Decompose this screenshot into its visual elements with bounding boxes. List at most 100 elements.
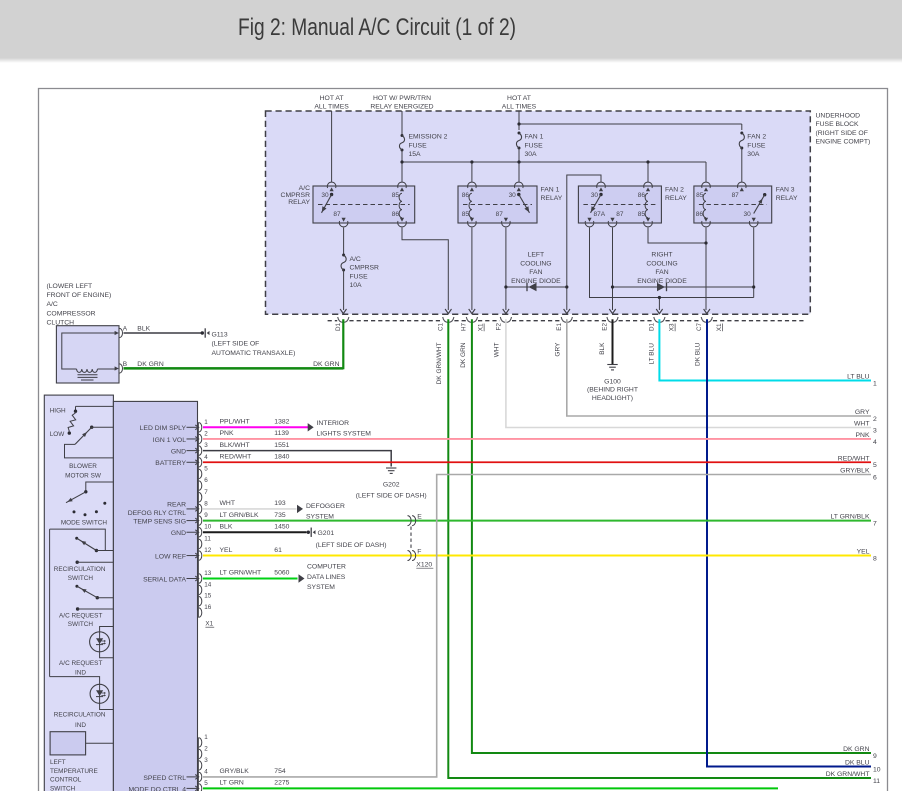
svg-text:85: 85 [392,192,400,199]
svg-text:7: 7 [204,489,208,496]
svg-text:GRY/BLK: GRY/BLK [220,768,250,775]
svg-text:WHT: WHT [854,421,869,428]
svg-text:X3: X3 [669,323,676,331]
svg-text:3: 3 [873,427,877,434]
svg-text:85: 85 [696,192,704,199]
svg-text:2: 2 [873,416,877,423]
svg-text:Fig 2: Manual A/C Circuit (1 o: Fig 2: Manual A/C Circuit (1 of 2) [238,14,516,41]
svg-text:FAN 2: FAN 2 [665,186,684,193]
svg-text:HOT AT: HOT AT [507,95,531,102]
svg-text:A: A [123,325,128,332]
svg-text:2275: 2275 [274,780,289,787]
svg-text:(LOWER LEFT: (LOWER LEFT [47,283,93,290]
svg-text:SYSTEM: SYSTEM [306,513,334,520]
svg-text:E1: E1 [556,323,563,331]
svg-text:GND: GND [171,449,186,456]
svg-text:FUSE: FUSE [525,142,544,149]
svg-text:FAN: FAN [529,269,542,276]
svg-text:EMISSION 2: EMISSION 2 [409,134,448,141]
svg-text:1382: 1382 [274,419,289,426]
svg-text:(LEFT SIDE OF DASH): (LEFT SIDE OF DASH) [316,542,387,549]
svg-text:3: 3 [204,442,208,449]
svg-text:1: 1 [873,380,877,387]
svg-text:TEMP SENS SIG: TEMP SENS SIG [133,518,186,525]
svg-text:12: 12 [204,547,212,554]
svg-text:3: 3 [204,757,208,764]
svg-text:LED DIM SPLY: LED DIM SPLY [140,425,187,432]
svg-text:H7: H7 [460,323,467,332]
svg-text:YEL: YEL [857,549,870,556]
svg-text:FUSE: FUSE [350,273,369,280]
svg-text:BATTERY: BATTERY [155,460,186,467]
svg-text:CONTROL: CONTROL [50,777,82,784]
svg-text:GRY: GRY [855,409,870,416]
svg-text:RECIRCULATION: RECIRCULATION [54,712,106,719]
svg-text:PNK: PNK [220,430,234,437]
svg-text:DK GRN: DK GRN [843,746,870,753]
svg-text:HIGH: HIGH [50,407,66,414]
svg-text:F2: F2 [496,323,503,331]
svg-text:E: E [417,513,422,520]
svg-text:87A: 87A [594,211,606,218]
svg-text:LIGHTS SYSTEM: LIGHTS SYSTEM [317,431,372,438]
svg-text:10: 10 [873,766,881,773]
svg-text:4: 4 [873,439,877,446]
svg-text:9: 9 [873,753,877,760]
svg-text:TEMPERATURE: TEMPERATURE [50,768,98,775]
svg-text:A/C: A/C [350,256,361,263]
svg-text:(BEHIND RIGHT: (BEHIND RIGHT [587,387,638,394]
svg-text:C1: C1 [437,323,444,332]
svg-text:30: 30 [591,192,599,199]
svg-text:YEL: YEL [220,547,233,554]
svg-text:LT GRN: LT GRN [220,780,244,787]
svg-text:X1: X1 [716,323,723,331]
svg-text:IGN 1 VOL: IGN 1 VOL [153,437,186,444]
svg-text:PPL/WHT: PPL/WHT [220,419,250,426]
svg-text:85: 85 [638,211,646,218]
svg-text:X1: X1 [478,323,485,331]
svg-text:UNDERHOOD: UNDERHOOD [816,113,861,120]
svg-text:GRY: GRY [555,342,562,357]
svg-text:LT BLU: LT BLU [847,374,870,381]
svg-text:LT BLU: LT BLU [648,343,655,365]
svg-text:BLK: BLK [137,325,150,332]
svg-text:5: 5 [204,465,208,472]
svg-text:87: 87 [732,192,740,199]
svg-text:1840: 1840 [274,453,289,460]
svg-text:2: 2 [204,745,208,752]
svg-text:MOTOR SW: MOTOR SW [65,472,102,479]
svg-text:COOLING: COOLING [520,260,551,267]
svg-text:RELAY: RELAY [665,195,687,202]
svg-text:G201: G201 [318,530,335,537]
svg-text:FUSE: FUSE [747,142,766,149]
svg-text:X1: X1 [205,621,213,628]
svg-text:B: B [123,361,127,368]
svg-text:LT GRN/BLK: LT GRN/BLK [830,514,869,521]
svg-text:85: 85 [462,211,470,218]
svg-text:1551: 1551 [274,442,289,449]
svg-text:13: 13 [204,570,212,577]
svg-text:1: 1 [204,419,208,426]
svg-text:2: 2 [204,430,208,437]
svg-text:SYSTEM: SYSTEM [307,584,335,591]
svg-text:DATA LINES: DATA LINES [307,574,346,581]
svg-text:DK GRN/WHT: DK GRN/WHT [436,342,443,384]
svg-text:8: 8 [873,555,877,562]
svg-text:A/C REQUEST: A/C REQUEST [59,660,102,667]
svg-text:LOW: LOW [50,431,66,438]
svg-text:1139: 1139 [274,430,289,437]
svg-text:86: 86 [392,211,400,218]
svg-text:SWITCH: SWITCH [68,621,94,628]
svg-text:RIGHT: RIGHT [651,252,672,259]
svg-text:BLK: BLK [220,523,233,530]
svg-text:11: 11 [204,535,211,542]
svg-text:5060: 5060 [274,570,289,577]
svg-text:IND: IND [75,670,86,677]
svg-text:C7: C7 [696,323,703,332]
svg-text:SPEED CTRL: SPEED CTRL [143,775,186,782]
svg-text:4: 4 [204,454,208,461]
svg-text:4: 4 [204,768,208,775]
svg-text:FAN 1: FAN 1 [541,186,560,193]
svg-text:WHT: WHT [494,342,501,357]
svg-text:1450: 1450 [274,523,289,530]
